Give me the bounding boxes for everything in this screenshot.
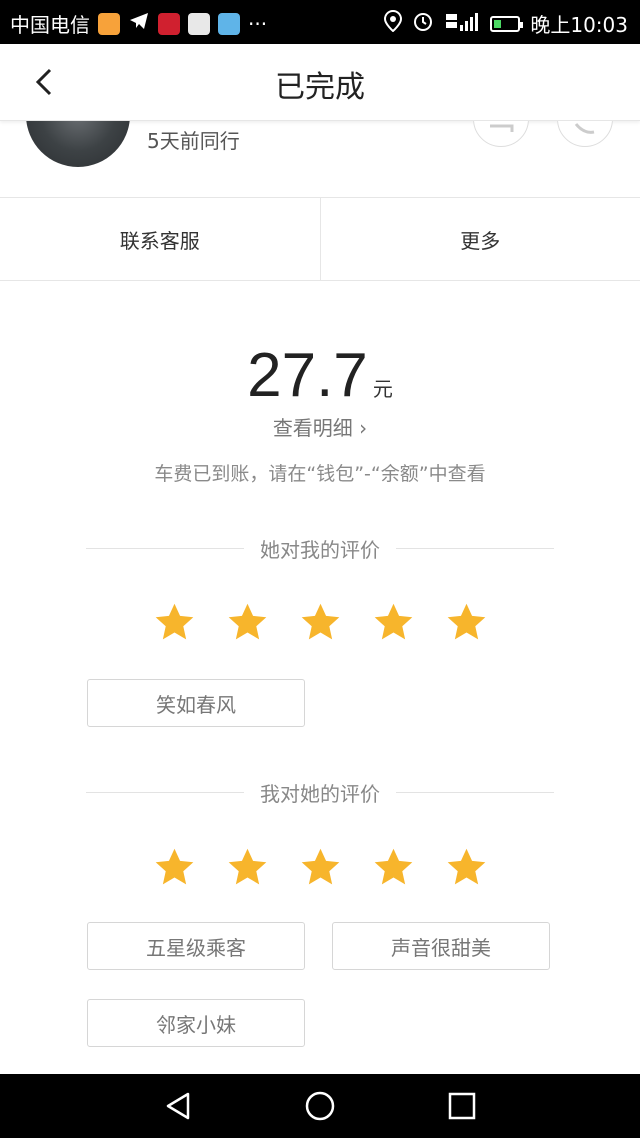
back-triangle-icon[interactable] xyxy=(162,1090,194,1122)
recents-square-icon[interactable] xyxy=(446,1090,478,1122)
star-icon xyxy=(155,848,193,885)
trip-time: 5天前同行 xyxy=(147,129,240,153)
call-button[interactable] xyxy=(557,121,613,147)
rating-given-label: 我对她的评价 xyxy=(260,781,380,806)
more-notifications-icon: ··· xyxy=(248,11,268,36)
more-button[interactable]: 更多 xyxy=(321,198,640,280)
contact-service-button[interactable]: 联系客服 xyxy=(0,198,321,280)
rating-given-stars xyxy=(0,846,640,889)
video-icon xyxy=(218,12,240,35)
star-icon xyxy=(228,848,266,885)
message-button[interactable] xyxy=(473,121,529,147)
signal-icon xyxy=(444,11,480,36)
divider xyxy=(86,791,244,793)
clock: 晚上10:03 xyxy=(530,13,628,37)
fare-display: 27.7 元 xyxy=(0,340,640,411)
star-icon xyxy=(374,603,412,640)
divider xyxy=(396,547,554,549)
payment-notice: 车费已到账，请在“钱包”-“余额”中查看 xyxy=(154,463,486,485)
rating-received-tag: 笑如春风 xyxy=(87,679,305,727)
view-details-link[interactable]: 查看明细 › xyxy=(0,412,640,441)
location-icon xyxy=(384,9,403,37)
page-title: 已完成 xyxy=(275,70,365,105)
star-icon xyxy=(155,603,193,640)
rating-given-tag: 声音很甜美 xyxy=(332,922,550,970)
action-bar: 联系客服 更多 xyxy=(0,198,640,281)
rating-given-tag: 邻家小妹 xyxy=(87,999,305,1047)
home-circle-icon[interactable] xyxy=(304,1090,336,1122)
status-bar-left: 中国电信 ··· xyxy=(10,9,267,38)
divider xyxy=(396,791,554,793)
star-icon xyxy=(228,603,266,640)
avatar[interactable] xyxy=(26,121,130,167)
star-icon xyxy=(301,603,339,640)
rating-given-heading: 我对她的评价 xyxy=(86,777,554,807)
alarm-icon xyxy=(412,10,434,37)
fare-amount: 27.7 xyxy=(247,341,368,410)
star-icon xyxy=(447,848,485,885)
system-nav-bar xyxy=(0,1074,640,1138)
divider xyxy=(86,547,244,549)
page-header: 已完成 xyxy=(0,44,640,121)
rating-received-stars xyxy=(0,601,640,644)
star-icon xyxy=(374,848,412,885)
phone-icon xyxy=(574,123,595,134)
carrier-label: 中国电信 xyxy=(10,13,90,37)
battery-icon xyxy=(490,15,524,32)
star-icon xyxy=(301,848,339,885)
driver-info: 5天前同行 xyxy=(0,121,640,198)
message-icon xyxy=(490,124,514,132)
huawei-icon xyxy=(158,12,180,35)
rating-received-label: 她对我的评价 xyxy=(260,537,380,562)
star-icon xyxy=(447,603,485,640)
status-bar-right: 晚上10:03 xyxy=(384,9,628,38)
didi-app-icon xyxy=(98,12,120,35)
fare-unit: 元 xyxy=(372,377,393,401)
status-bar: 中国电信 ··· 晚上10:03 xyxy=(0,0,640,44)
rating-given-tag: 五星级乘客 xyxy=(87,922,305,970)
telegram-icon xyxy=(128,10,150,37)
gallery-icon xyxy=(188,12,210,35)
rating-received-heading: 她对我的评价 xyxy=(86,533,554,563)
